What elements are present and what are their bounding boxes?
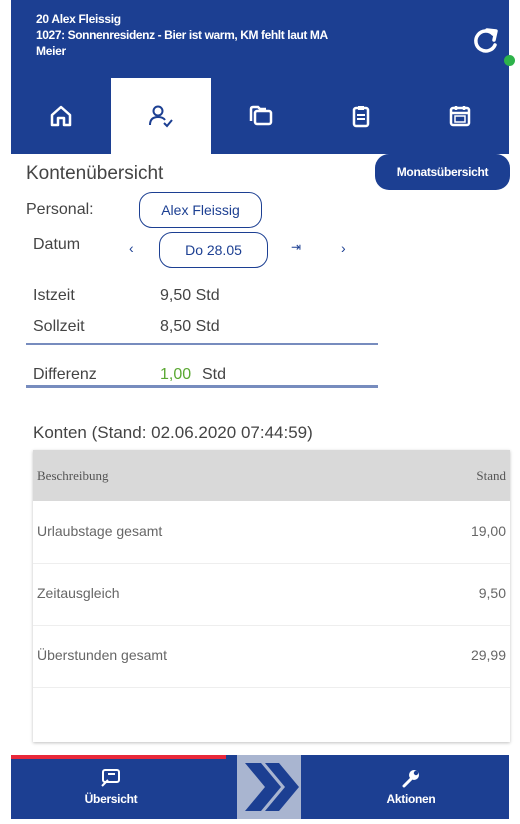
istzeit-value: 9,50 Std bbox=[160, 287, 220, 304]
column-header-beschreibung: Beschreibung bbox=[37, 468, 109, 483]
header: 20 Alex Fleissig 1027: Sonnenresidenz - … bbox=[11, 0, 515, 78]
refresh-icon[interactable] bbox=[469, 25, 501, 59]
wrench-icon bbox=[402, 770, 419, 788]
left-margin bbox=[0, 0, 11, 819]
konten-table: Beschreibung Stand Urlaubstage gesamt 19… bbox=[33, 450, 510, 742]
tab-personal[interactable] bbox=[111, 78, 211, 154]
personal-label: Personal: bbox=[26, 201, 94, 218]
row-label: Urlaubstage gesamt bbox=[37, 523, 163, 539]
personal-selector[interactable]: Alex Fleissig bbox=[139, 192, 262, 228]
date-selector[interactable]: Do 28.05 bbox=[159, 232, 268, 268]
row-value: 29,99 bbox=[470, 647, 506, 663]
header-user: 20 Alex Fleissig bbox=[36, 12, 121, 26]
differenz-value: 1,00 bbox=[160, 366, 192, 383]
tab-folders[interactable] bbox=[211, 78, 311, 154]
tab-calendar[interactable] bbox=[411, 78, 509, 154]
date-label: Datum bbox=[33, 236, 81, 253]
date-today-button[interactable]: ⇥ bbox=[291, 240, 301, 254]
header-object: 1027: Sonnenresidenz - Bier ist warm, KM… bbox=[36, 28, 328, 42]
sollzeit-label: Sollzeit bbox=[33, 318, 85, 335]
menu-toggle-button[interactable] bbox=[237, 755, 301, 819]
table-row[interactable]: Überstunden gesamt 29,99 bbox=[33, 625, 510, 688]
tab-clipboard[interactable] bbox=[311, 78, 411, 154]
sollzeit-value: 8,50 Std bbox=[160, 318, 220, 335]
divider-bold bbox=[26, 385, 378, 388]
differenz-label: Differenz bbox=[33, 366, 97, 383]
tab-bar bbox=[11, 78, 509, 154]
differenz-unit: Std bbox=[202, 366, 227, 383]
date-prev-button[interactable]: ‹ bbox=[129, 240, 134, 256]
user-check-icon bbox=[149, 105, 173, 128]
header-object-cont: Meier bbox=[36, 44, 66, 58]
right-margin bbox=[509, 0, 520, 819]
status-dot bbox=[504, 55, 515, 66]
presentation-icon bbox=[101, 769, 120, 787]
screen: 20 Alex Fleissig 1027: Sonnenresidenz - … bbox=[0, 0, 520, 819]
tab-home[interactable] bbox=[11, 78, 111, 154]
row-label: Zeitausgleich bbox=[37, 585, 120, 601]
overview-button[interactable]: Übersicht bbox=[56, 755, 166, 819]
overview-label: Übersicht bbox=[84, 792, 138, 806]
active-indicator bbox=[11, 755, 226, 759]
actions-button[interactable]: Aktionen bbox=[356, 755, 466, 819]
divider bbox=[26, 343, 378, 345]
istzeit-label: Istzeit bbox=[33, 287, 75, 304]
app: 20 Alex Fleissig 1027: Sonnenresidenz - … bbox=[11, 0, 515, 819]
table-row[interactable]: Urlaubstage gesamt 19,00 bbox=[33, 501, 510, 564]
calendar-icon bbox=[449, 106, 471, 127]
clipboard-icon bbox=[352, 106, 370, 128]
page-title: Kontenübersicht bbox=[26, 163, 164, 184]
folders-icon bbox=[249, 105, 273, 126]
table-header: Beschreibung Stand bbox=[33, 450, 510, 501]
double-chevron-icon bbox=[245, 763, 299, 811]
row-value: 19,00 bbox=[470, 523, 506, 539]
row-value: 9,50 bbox=[478, 585, 506, 601]
column-header-stand: Stand bbox=[476, 468, 506, 483]
monthly-overview-button[interactable]: Monatsübersicht bbox=[375, 154, 510, 190]
actions-label: Aktionen bbox=[386, 792, 436, 806]
date-next-button[interactable]: › bbox=[341, 240, 346, 256]
home-icon bbox=[50, 105, 72, 127]
row-label: Überstunden gesamt bbox=[37, 647, 167, 663]
table-row[interactable]: Zeitausgleich 9,50 bbox=[33, 563, 510, 626]
konten-title: Konten (Stand: 02.06.2020 07:44:59) bbox=[33, 423, 313, 442]
